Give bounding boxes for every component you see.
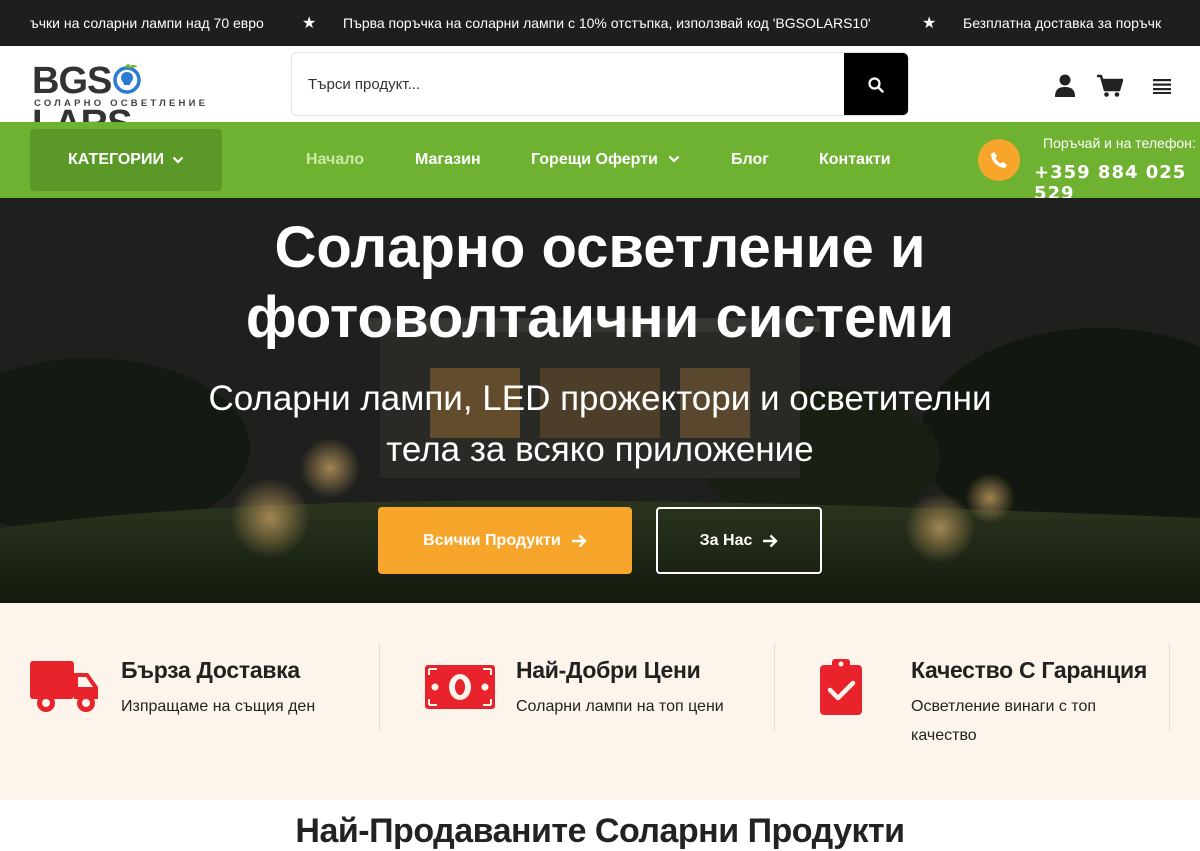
feature-title: Бърза Доставка [121, 657, 300, 683]
phone-button[interactable] [978, 139, 1020, 181]
search-bar [291, 52, 909, 116]
hero-title: Соларно осветление и фотоволтаични систе… [245, 215, 955, 350]
feature-divider [379, 643, 380, 731]
feature-divider [774, 643, 775, 731]
phone-icon [991, 152, 1007, 168]
nav-link-blog[interactable]: Блог [731, 151, 769, 169]
search-button[interactable] [844, 53, 908, 115]
announcement-ticker: ъчки на соларни лампи над 70 евро ★ Първ… [0, 0, 1200, 46]
phone-label: Поръчай и на телефон: [1043, 135, 1196, 151]
hero-subtitle: Соларни лампи, LED прожектори и осветите… [208, 379, 992, 469]
menu-icon[interactable] [1153, 78, 1171, 94]
clipboard-check-icon [820, 659, 862, 715]
cart-icon[interactable] [1097, 74, 1123, 98]
feature-divider [1169, 643, 1170, 731]
categories-label: КАТЕГОРИИ [68, 151, 164, 168]
feature-description: Соларни лампи на топ цени [516, 698, 724, 715]
feature-description: Изпращаме на същия ден [121, 698, 316, 715]
feature-description: Осветление винаги с топ качество [911, 698, 1097, 744]
nav-link-home[interactable]: Начало [306, 151, 364, 169]
chevron-down-icon [172, 156, 184, 164]
truck-icon [30, 661, 98, 712]
logo-subtitle: СОЛАРНО ОСВЕТЛЕНИЕ [34, 98, 209, 109]
star-icon: ★ [302, 15, 317, 32]
all-products-button[interactable]: Всички Продукти [378, 507, 632, 574]
arrow-right-icon [763, 534, 779, 547]
nav-link-hot-deals[interactable]: Горещи Оферти [531, 151, 680, 169]
ticker-item: ъчки на соларни лампи над 70 евро [30, 15, 264, 31]
money-icon [425, 665, 495, 709]
chevron-down-icon [669, 155, 680, 163]
site-logo[interactable]: BGS LARS СОЛАРНО ОСВЕТЛЕНИЕ [32, 60, 222, 145]
site-header: BGS LARS СОЛАРНО ОСВЕТЛЕНИЕ [0, 46, 1200, 145]
search-icon [868, 77, 884, 93]
ticker-item: Безплатна доставка за поръчк [963, 15, 1162, 31]
arrow-right-icon [571, 534, 587, 547]
ticker-item: Първа поръчка на соларни лампи с 10% отс… [343, 15, 871, 31]
features-strip: Бърза Доставка Изпращаме на същия ден На… [0, 603, 1200, 800]
feature-title: Най-Добри Цени [516, 657, 701, 683]
bulb-icon [113, 64, 142, 94]
hero-banner: Соларно осветление и фотоволтаични систе… [0, 198, 1200, 603]
search-input[interactable] [292, 53, 846, 115]
star-icon: ★ [922, 15, 937, 32]
feature-title: Качество С Гаранция [911, 657, 1147, 683]
bestsellers-heading: Най-Продаваните Соларни Продукти [295, 812, 905, 850]
nav-link-contacts[interactable]: Контакти [819, 151, 891, 169]
about-us-button[interactable]: За Нас [656, 507, 822, 574]
user-icon[interactable] [1055, 74, 1075, 98]
main-navigation: КАТЕГОРИИ Начало Магазин Горещи Оферти Б… [0, 122, 1200, 204]
categories-button[interactable]: КАТЕГОРИИ [30, 129, 222, 191]
nav-link-shop[interactable]: Магазин [415, 151, 481, 169]
